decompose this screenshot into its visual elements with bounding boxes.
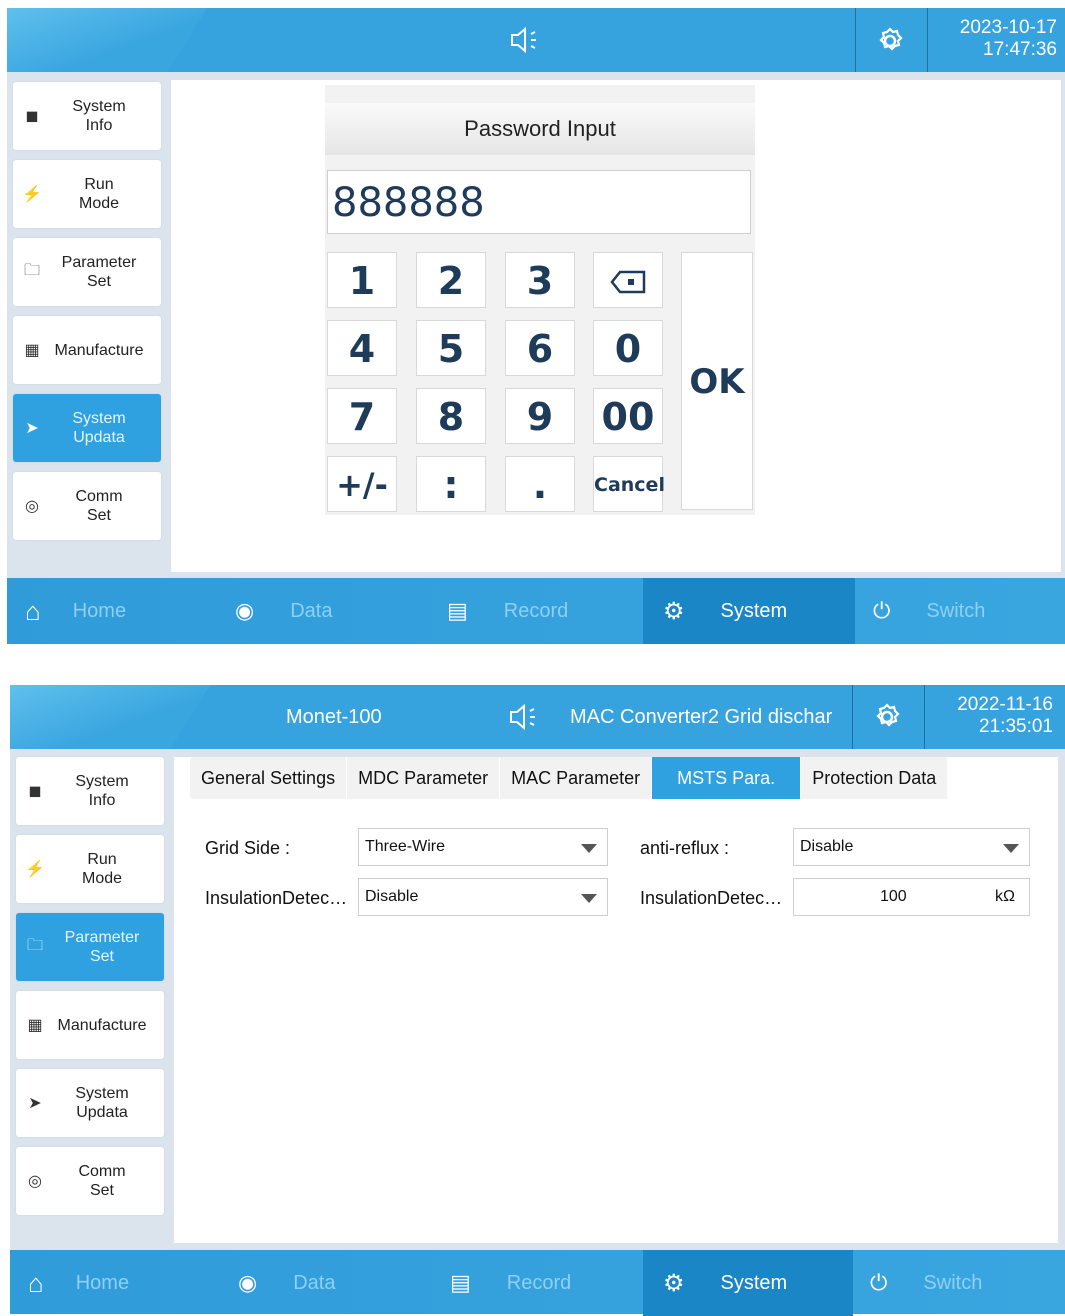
- settings-gear-icon[interactable]: [875, 26, 905, 61]
- nav-home[interactable]: ⌂ Home: [25, 578, 215, 644]
- sidebar-item-system-updata[interactable]: ➤ System Updata: [13, 394, 161, 462]
- nav-switch[interactable]: ⏻ Switch: [873, 578, 1063, 644]
- screen-parameter-set: Monet-100 MAC Converter2 Grid dischar 20…: [0, 685, 1065, 1316]
- datetime: 2022-11-16 21:35:01: [957, 694, 1053, 737]
- password-field[interactable]: 888888: [327, 170, 751, 234]
- signal-icon: ◎: [25, 498, 39, 515]
- building-icon: ▦: [27, 1017, 43, 1034]
- nav-record[interactable]: ▤ Record: [450, 1250, 640, 1316]
- tab-mac-parameter[interactable]: MAC Parameter: [500, 757, 653, 799]
- insulation-threshold-label: InsulationDetec…: [640, 888, 783, 908]
- top-bar: 2023-10-17 17:47:36: [7, 8, 1065, 72]
- sidebar-item-manufacture[interactable]: ▦ Manufacture: [13, 316, 161, 384]
- sidebar-item-run-mode[interactable]: ⚡ Run Mode: [13, 160, 161, 228]
- tab-general-settings[interactable]: General Settings: [190, 757, 348, 799]
- insulation-threshold-input[interactable]: 100 kΩ: [793, 878, 1030, 916]
- home-icon: ⌂: [25, 595, 41, 626]
- rocket-icon: ➤: [25, 420, 39, 437]
- ok-button[interactable]: OK: [681, 252, 753, 510]
- folder-gear-icon: 🗀: [23, 261, 40, 279]
- tab-msts-para[interactable]: MSTS Para.: [652, 757, 802, 799]
- sidebar-item-system-info[interactable]: ◼ System Info: [13, 82, 161, 150]
- bolt-icon: ⚡: [22, 186, 42, 203]
- power-icon: ⏻: [873, 598, 891, 623]
- power-icon: ⏻: [870, 1270, 888, 1295]
- speaker-icon[interactable]: [509, 26, 541, 58]
- bottom-nav: ⌂ Home ◉ Data ▤ Record ⚙ System ⏻ Switch: [10, 1250, 1065, 1316]
- tab-mdc-parameter[interactable]: MDC Parameter: [347, 757, 501, 799]
- key-5[interactable]: 5: [416, 320, 486, 376]
- backspace-icon: [610, 270, 646, 294]
- home-icon: ⌂: [28, 1267, 44, 1298]
- bolt-icon: ⚡: [25, 861, 45, 878]
- key-8[interactable]: 8: [416, 388, 486, 444]
- key-7[interactable]: 7: [327, 388, 397, 444]
- key-plus-minus[interactable]: +/-: [327, 456, 397, 512]
- status-text: MAC Converter2 Grid dischar: [570, 706, 833, 728]
- dialog-title: Password Input: [325, 103, 755, 155]
- shield-alert-icon: ◉: [235, 598, 255, 623]
- sidebar-item-system-info[interactable]: ◼ System Info: [16, 757, 164, 825]
- nav-data[interactable]: ◉ Data: [238, 1250, 428, 1316]
- nav-data[interactable]: ◉ Data: [235, 578, 425, 644]
- sidebar-item-run-mode[interactable]: ⚡ Run Mode: [16, 835, 164, 903]
- key-9[interactable]: 9: [505, 388, 575, 444]
- nav-system[interactable]: ⚙ System: [643, 578, 855, 644]
- unit-label: kΩ: [995, 888, 1015, 905]
- sidebar-item-comm-set[interactable]: ◎ Comm Set: [13, 472, 161, 540]
- datetime: 2023-10-17 17:47:36: [959, 17, 1057, 60]
- building-icon: ▦: [24, 342, 40, 359]
- key-00[interactable]: 00: [593, 388, 663, 444]
- cancel-button[interactable]: Cancel: [593, 456, 665, 512]
- top-bar: Monet-100 MAC Converter2 Grid dischar 20…: [10, 685, 1065, 749]
- chevron-down-icon: [1003, 844, 1019, 853]
- settings-gear-icon[interactable]: [872, 702, 902, 737]
- tab-bar: General Settings MDC Parameter MAC Param…: [190, 757, 949, 799]
- insulation-detection-select[interactable]: Disable: [358, 878, 608, 916]
- nav-system[interactable]: ⚙ System: [643, 1250, 853, 1316]
- grid-side-label: Grid Side :: [205, 838, 291, 858]
- grid-side-select[interactable]: Three-Wire: [358, 828, 608, 866]
- anti-reflux-select[interactable]: Disable: [793, 828, 1030, 866]
- sidebar-item-parameter-set[interactable]: 🗀 Parameter Set: [16, 913, 164, 981]
- backspace-key[interactable]: [593, 252, 663, 308]
- key-4[interactable]: 4: [327, 320, 397, 376]
- document-icon: ▤: [450, 1270, 471, 1295]
- key-1[interactable]: 1: [327, 252, 397, 308]
- nav-switch[interactable]: ⏻ Switch: [870, 1250, 1060, 1316]
- box-icon: ◼: [28, 783, 42, 800]
- sidebar-item-comm-set[interactable]: ◎ Comm Set: [16, 1147, 164, 1215]
- key-dot[interactable]: .: [505, 456, 575, 512]
- signal-icon: ◎: [28, 1173, 42, 1190]
- key-6[interactable]: 6: [505, 320, 575, 376]
- nav-record[interactable]: ▤ Record: [447, 578, 637, 644]
- screen-password-input: 2023-10-17 17:47:36 ◼ System Info ⚡ Run M…: [0, 8, 1065, 644]
- key-3[interactable]: 3: [505, 252, 575, 308]
- sidebar-item-system-updata[interactable]: ➤ System Updata: [16, 1069, 164, 1137]
- document-icon: ▤: [447, 598, 468, 623]
- shield-gear-icon: ⚙: [663, 1269, 685, 1297]
- speaker-icon[interactable]: [508, 703, 540, 735]
- shield-alert-icon: ◉: [238, 1270, 258, 1295]
- key-0[interactable]: 0: [593, 320, 663, 376]
- sidebar-item-parameter-set[interactable]: 🗀 Parameter Set: [13, 238, 161, 306]
- chevron-down-icon: [581, 894, 597, 903]
- device-name: Monet-100: [286, 706, 382, 728]
- chevron-down-icon: [581, 844, 597, 853]
- password-dialog: Password Input 888888 1 2 3 4 5 6 0 7 8 …: [325, 85, 755, 515]
- key-2[interactable]: 2: [416, 252, 486, 308]
- tab-protection-data[interactable]: Protection Data: [801, 757, 949, 799]
- key-colon[interactable]: :: [416, 456, 486, 512]
- folder-gear-icon: 🗀: [26, 936, 43, 954]
- nav-home[interactable]: ⌂ Home: [28, 1250, 218, 1316]
- rocket-icon: ➤: [28, 1095, 42, 1112]
- bottom-nav: ⌂ Home ◉ Data ▤ Record ⚙ System ⏻ Switch: [7, 578, 1065, 644]
- box-icon: ◼: [25, 108, 39, 125]
- anti-reflux-label: anti-reflux :: [640, 838, 730, 858]
- insulation-detection-label: InsulationDetec…: [205, 888, 348, 908]
- shield-gear-icon: ⚙: [663, 597, 685, 625]
- sidebar-item-manufacture[interactable]: ▦ Manufacture: [16, 991, 164, 1059]
